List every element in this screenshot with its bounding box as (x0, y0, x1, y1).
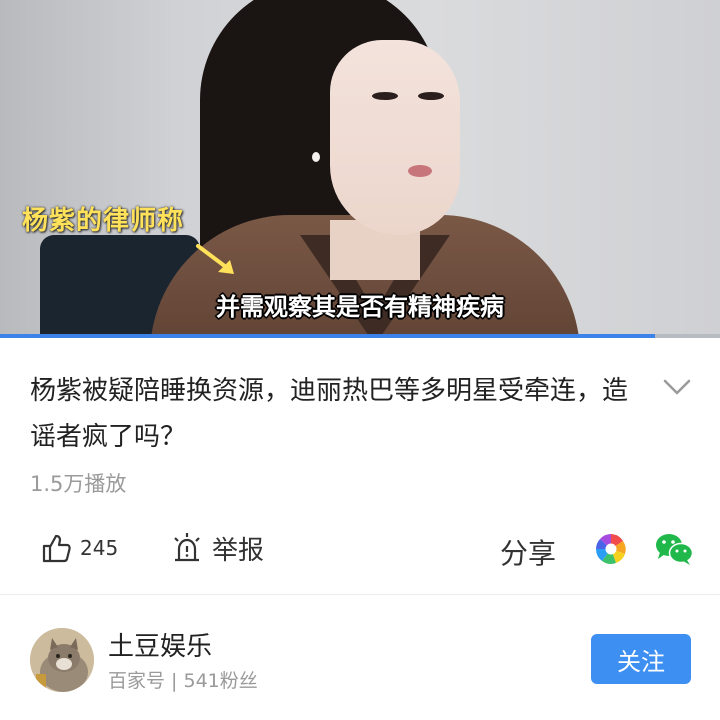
cat-avatar-image (30, 628, 94, 692)
author-name[interactable]: 土豆娱乐 (108, 626, 212, 663)
report-button[interactable]: 举报 (170, 522, 264, 574)
like-button[interactable]: 245 (40, 522, 118, 574)
follow-button[interactable]: 关注 (591, 634, 691, 684)
like-count: 245 (80, 536, 119, 560)
video-person-lips (408, 165, 432, 177)
post-title: 杨紫被疑陪睡换资源，迪丽热巴等多明星受牵连，造谣者疯了吗？ (30, 376, 629, 452)
video-progress-fill (0, 334, 656, 338)
thumbs-up-icon (42, 534, 71, 563)
section-divider (0, 594, 720, 595)
avatar[interactable] (30, 628, 94, 692)
author-meta: 百家号 | 541粉丝 (108, 670, 258, 692)
report-label: 举报 (212, 535, 265, 566)
video-person-face (330, 40, 460, 235)
report-icon (174, 533, 200, 562)
video-player[interactable]: 杨紫的律师称 并需观察其是否有精神疾病 (0, 0, 720, 338)
arrow-icon (196, 244, 234, 274)
video-progress-bar[interactable] (0, 334, 720, 338)
view-count: 1.5万播放 (30, 472, 127, 496)
video-person-earring (312, 152, 320, 162)
chevron-down-icon[interactable] (660, 374, 694, 400)
share-label: 分享 (500, 537, 557, 570)
wechat-icon[interactable] (654, 532, 694, 566)
video-person-eye (372, 92, 398, 100)
action-bar: 245 举报 分享 (0, 522, 720, 574)
pinwheel-share-icon[interactable] (594, 532, 628, 566)
video-person-eye (418, 92, 444, 100)
video-subtitle: 并需观察其是否有精神疾病 (216, 293, 504, 321)
video-overlay-label: 杨紫的律师称 (22, 206, 185, 236)
